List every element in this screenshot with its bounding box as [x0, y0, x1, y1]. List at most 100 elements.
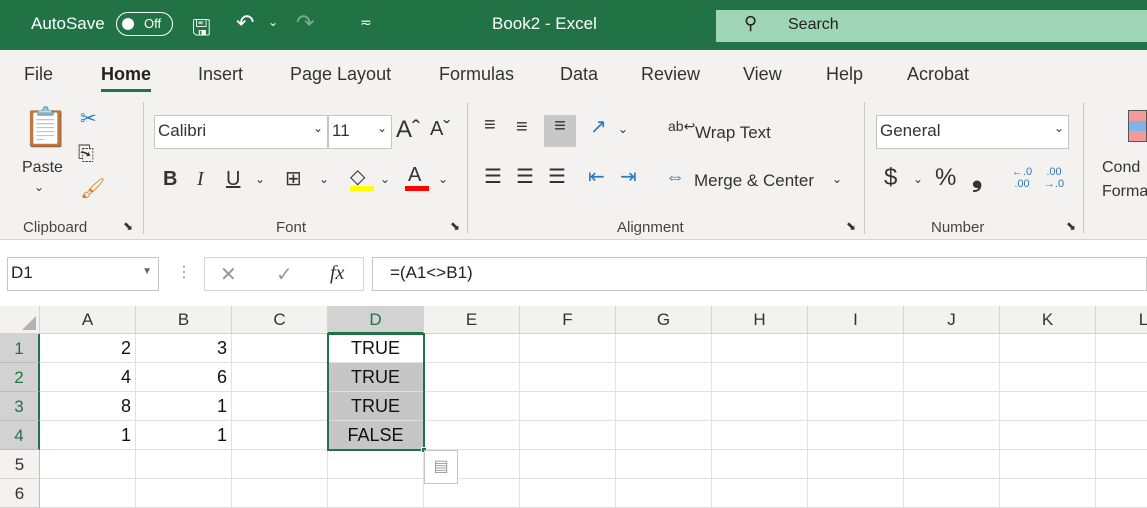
column-header-F[interactable]: F — [520, 306, 616, 334]
clipboard-launcher-icon[interactable]: ⬊ — [123, 219, 133, 233]
cell-B5[interactable] — [136, 450, 232, 479]
bold-button[interactable]: B — [163, 168, 177, 191]
column-header-B[interactable]: B — [136, 306, 232, 334]
cell-E4[interactable] — [424, 421, 520, 450]
cell-H1[interactable] — [712, 334, 808, 363]
cell-K1[interactable] — [1000, 334, 1096, 363]
underline-dropdown-icon[interactable]: ⌄ — [255, 172, 265, 186]
cell-D4[interactable]: FALSE — [328, 421, 424, 450]
cell-A3[interactable]: 8 — [40, 392, 136, 421]
tab-review[interactable]: Review — [641, 64, 700, 85]
cell-J2[interactable] — [904, 363, 1000, 392]
borders-dropdown-icon[interactable]: ⌄ — [319, 172, 329, 186]
tab-help[interactable]: Help — [826, 64, 863, 85]
cell-I1[interactable] — [808, 334, 904, 363]
cell-I5[interactable] — [808, 450, 904, 479]
cell-C3[interactable] — [232, 392, 328, 421]
cell-K3[interactable] — [1000, 392, 1096, 421]
column-header-I[interactable]: I — [808, 306, 904, 334]
cell-F5[interactable] — [520, 450, 616, 479]
cell-B6[interactable] — [136, 479, 232, 508]
paste-dropdown-icon[interactable]: ⌄ — [34, 180, 44, 194]
underline-button[interactable]: U — [226, 168, 240, 191]
cell-H2[interactable] — [712, 363, 808, 392]
cell-L4[interactable] — [1096, 421, 1147, 450]
cell-F6[interactable] — [520, 479, 616, 508]
cell-E1[interactable] — [424, 334, 520, 363]
cell-I6[interactable] — [808, 479, 904, 508]
align-left-icon[interactable]: ☰ — [484, 164, 502, 189]
currency-button[interactable]: $ — [884, 164, 897, 192]
cell-J3[interactable] — [904, 392, 1000, 421]
cell-A5[interactable] — [40, 450, 136, 479]
autosave-toggle[interactable]: Off — [116, 12, 173, 36]
cell-G4[interactable] — [616, 421, 712, 450]
cell-K5[interactable] — [1000, 450, 1096, 479]
cell-K2[interactable] — [1000, 363, 1096, 392]
column-header-J[interactable]: J — [904, 306, 1000, 334]
column-header-E[interactable]: E — [424, 306, 520, 334]
tab-data[interactable]: Data — [560, 64, 598, 85]
cell-J6[interactable] — [904, 479, 1000, 508]
cell-G2[interactable] — [616, 363, 712, 392]
cut-icon[interactable]: ✂ — [80, 106, 97, 131]
cell-K6[interactable] — [1000, 479, 1096, 508]
cell-C4[interactable] — [232, 421, 328, 450]
cell-F4[interactable] — [520, 421, 616, 450]
paste-button[interactable]: Paste — [22, 159, 63, 177]
cell-D3[interactable]: TRUE — [328, 392, 424, 421]
cancel-icon[interactable]: ✕ — [220, 262, 237, 287]
customize-qat-icon[interactable]: ≂ — [360, 14, 372, 31]
redo-icon[interactable]: ↷ — [296, 10, 314, 36]
currency-dropdown-icon[interactable]: ⌄ — [913, 172, 923, 186]
copy-icon[interactable]: ⎘ — [78, 143, 94, 166]
cell-F1[interactable] — [520, 334, 616, 363]
merge-dropdown-icon[interactable]: ⌄ — [832, 172, 842, 186]
cell-C6[interactable] — [232, 479, 328, 508]
cell-G5[interactable] — [616, 450, 712, 479]
tab-formulas[interactable]: Formulas — [439, 64, 514, 85]
save-icon[interactable]: 🖫 — [192, 11, 211, 49]
enter-icon[interactable]: ✓ — [276, 262, 293, 287]
row-header-3[interactable]: 3 — [0, 392, 40, 421]
cell-L6[interactable] — [1096, 479, 1147, 508]
cell-F2[interactable] — [520, 363, 616, 392]
bottom-align-icon[interactable]: ≡ — [544, 115, 576, 147]
cell-F3[interactable] — [520, 392, 616, 421]
borders-icon[interactable]: ⊞ — [285, 166, 302, 191]
decrease-indent-icon[interactable]: ⇤ — [588, 164, 605, 189]
cell-B2[interactable]: 6 — [136, 363, 232, 392]
comma-button[interactable]: ❟ — [972, 162, 982, 194]
cell-E2[interactable] — [424, 363, 520, 392]
cell-C5[interactable] — [232, 450, 328, 479]
tab-view[interactable]: View — [743, 64, 782, 85]
column-header-G[interactable]: G — [616, 306, 712, 334]
font-launcher-icon[interactable]: ⬊ — [450, 219, 460, 233]
number-format-select[interactable]: General ⌄ — [876, 115, 1069, 149]
tab-home[interactable]: Home — [101, 64, 152, 92]
cell-L5[interactable] — [1096, 450, 1147, 479]
cell-L1[interactable] — [1096, 334, 1147, 363]
column-header-C[interactable]: C — [232, 306, 328, 334]
cell-A6[interactable] — [40, 479, 136, 508]
tab-insert[interactable]: Insert — [198, 64, 243, 85]
alignment-launcher-icon[interactable]: ⬊ — [846, 219, 856, 233]
orientation-dropdown-icon[interactable]: ⌄ — [618, 122, 628, 136]
undo-icon[interactable]: ↶ — [236, 10, 254, 36]
middle-align-icon[interactable]: ≡ — [516, 116, 528, 139]
increase-font-icon[interactable]: Aˆ — [396, 116, 420, 144]
format-painter-icon[interactable]: 🖌 — [80, 176, 105, 201]
increase-decimal-button[interactable]: ←.0 .00 — [1008, 166, 1036, 190]
cell-A4[interactable]: 1 — [40, 421, 136, 450]
cell-B1[interactable]: 3 — [136, 334, 232, 363]
cell-B3[interactable]: 1 — [136, 392, 232, 421]
decrease-font-icon[interactable]: Aˇ — [430, 118, 450, 141]
formula-input[interactable]: =(A1<>B1) — [372, 257, 1147, 291]
align-right-icon[interactable]: ☰ — [548, 164, 566, 189]
orientation-icon[interactable]: ↗ — [590, 114, 607, 139]
cell-H6[interactable] — [712, 479, 808, 508]
cell-E3[interactable] — [424, 392, 520, 421]
cell-I4[interactable] — [808, 421, 904, 450]
cell-D5[interactable] — [328, 450, 424, 479]
column-header-K[interactable]: K — [1000, 306, 1096, 334]
